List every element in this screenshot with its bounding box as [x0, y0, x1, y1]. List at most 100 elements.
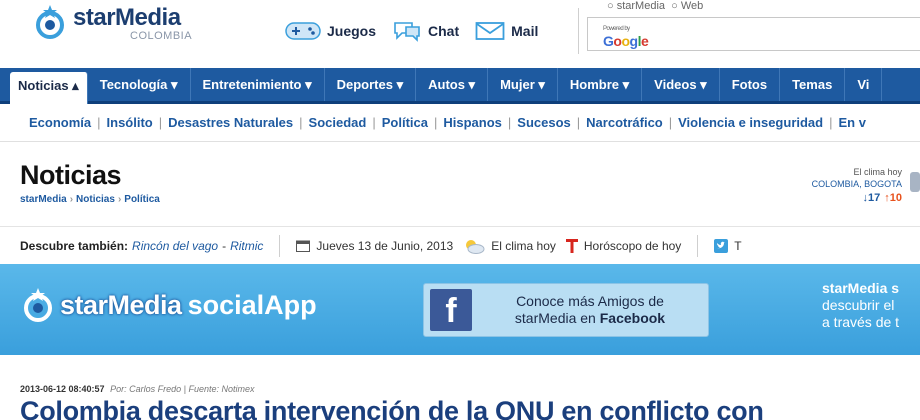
brand-name: starMedia [73, 4, 181, 31]
subnav-divider: | [507, 115, 512, 130]
discover-label: Descubre también: [20, 238, 129, 253]
nav-mujer[interactable]: Mujer ▾ [488, 68, 558, 101]
sun-cloud-icon [466, 239, 485, 254]
weather-high: ↑10 [884, 192, 902, 204]
nav-videos[interactable]: Videos ▾ [642, 68, 720, 101]
banner-side-line1: starMedia s [822, 280, 900, 296]
subnav-narcotrafico[interactable]: Narcotráfico [586, 115, 663, 130]
subnav-sociedad[interactable]: Sociedad [309, 115, 367, 130]
facebook-promo-line2: starMedia en [514, 310, 600, 326]
google-wordmark: G [603, 33, 614, 49]
mail-label: Mail [511, 23, 539, 39]
nav-noticias[interactable]: Noticias ▴ [10, 72, 88, 104]
nav-autos[interactable]: Autos ▾ [416, 68, 489, 101]
subnav-desastres[interactable]: Desastres Naturales [168, 115, 293, 130]
current-date: Jueves 13 de Junio, 2013 [316, 238, 454, 253]
top-links: Juegos Chat Mail [285, 20, 554, 42]
nav-temas[interactable]: Temas [780, 68, 846, 101]
subnav-divider: | [97, 115, 101, 130]
starmedia-logo-icon [24, 288, 52, 322]
nav-hombre[interactable]: Hombre ▾ [558, 68, 643, 101]
banner-side-line2: descubrir el [822, 297, 895, 313]
subnav-divider: | [829, 115, 833, 130]
subnav-economia[interactable]: Economía [29, 115, 91, 130]
banner-side-text: starMedia s descubrir el a través de t [822, 280, 899, 331]
search-scope-web[interactable]: Web [681, 0, 703, 12]
search-area: ○ starMedia ○ Web Powered by Google [578, 0, 920, 54]
juegos-label: Juegos [327, 23, 377, 39]
calendar-icon [296, 240, 311, 252]
page-title: Noticias [20, 160, 122, 190]
discover-separator: - [222, 238, 227, 253]
article-meta: 2013-06-12 08:40:57 Por: Carlos Fredo | … [20, 384, 255, 394]
subnav-divider: | [158, 115, 163, 130]
facebook-promo-line1: Conoce más Amigos de [516, 293, 664, 309]
subnav-en-vivo-truncated[interactable]: En v [839, 115, 866, 130]
date-display: Jueves 13 de Junio, 2013 [296, 239, 453, 253]
weather-today-link[interactable]: El clima hoy [463, 238, 556, 254]
twitter-icon [714, 238, 729, 253]
facebook-promo-button[interactable]: f Conoce más Amigos de starMedia en Face… [423, 283, 709, 337]
article-headline: Colombia descarta intervención de la ONU… [20, 396, 764, 420]
twitter-label: T [734, 238, 742, 253]
mail-link[interactable]: Mail [475, 21, 538, 41]
breadcrumb-politica[interactable]: Política [124, 194, 160, 205]
nav-fotos[interactable]: Fotos [720, 68, 781, 101]
divider [279, 234, 281, 257]
nav-tecnologia[interactable]: Tecnología ▾ [88, 68, 191, 101]
article-byline: Por: Carlos Fredo | Fuente: Notimex [110, 384, 255, 394]
subnav-hispanos[interactable]: Hispanos [443, 115, 502, 130]
weather-low: ↓17 [862, 192, 881, 204]
weather-condition-icon [910, 172, 920, 192]
nav-vi-truncated[interactable]: Vi [845, 68, 883, 101]
twitter-link[interactable]: T [714, 238, 742, 253]
gamepad-icon [285, 22, 321, 40]
socialapp-banner[interactable]: starMedia socialApp f Conoce más Amigos … [0, 264, 920, 355]
breadcrumb-starmedia[interactable]: starMedia [20, 194, 67, 205]
subnav-insolito[interactable]: Insólito [107, 115, 153, 130]
weather-location[interactable]: COLOMBIA, BOGOTA [812, 178, 902, 190]
chat-label: Chat [428, 23, 460, 39]
search-scope[interactable]: ○ starMedia ○ Web [607, 0, 703, 12]
discover-link-ritmic[interactable]: Ritmic [230, 239, 263, 253]
google-logo: Powered by Google [603, 26, 649, 49]
search-scope-starmedia[interactable]: starMedia [617, 0, 665, 12]
nav-entretenimiento[interactable]: Entretenimiento ▾ [191, 68, 325, 101]
subnav-politica[interactable]: Política [382, 115, 428, 130]
weather-label: El clima hoy [853, 167, 902, 177]
search-input[interactable]: Powered by Google [587, 17, 920, 51]
banner-brand-name: starMedia [60, 289, 182, 320]
subnav-sucesos[interactable]: Sucesos [517, 115, 570, 130]
subnav-divider: | [299, 115, 303, 130]
horoscope-link[interactable]: Horóscopo de hoy [565, 238, 682, 253]
horoscope-label: Horóscopo de hoy [583, 238, 682, 253]
breadcrumb: starMedia › Noticias › Política [20, 194, 160, 205]
nav-deportes[interactable]: Deportes ▾ [325, 68, 417, 101]
banner-app-name: socialApp [187, 289, 317, 320]
subnav-divider: | [372, 115, 376, 130]
subnav-violencia[interactable]: Violencia e inseguridad [678, 115, 823, 130]
weather-today-label: El clima hoy [491, 238, 556, 253]
juegos-link[interactable]: Juegos [285, 21, 376, 41]
breadcrumb-noticias[interactable]: Noticias [76, 194, 115, 205]
facebook-promo-text: Conoce más Amigos de starMedia en Facebo… [472, 293, 708, 327]
subnav-divider: | [433, 115, 438, 130]
envelope-icon [475, 22, 505, 40]
starmedia-logo[interactable]: starMedia COLOMBIA [33, 4, 192, 42]
powered-by-label: Powered by [603, 26, 630, 32]
site-header: starMedia COLOMBIA Juegos Chat Mail ○ st… [0, 0, 920, 68]
chat-bubble-icon [394, 22, 420, 42]
main-nav: Noticias ▴ Tecnología ▾ Entretenimiento … [0, 68, 920, 104]
socialapp-logo: starMedia socialApp [22, 286, 317, 324]
subnav-divider: | [668, 115, 673, 130]
discover-link-rincon[interactable]: Rincón del vago [132, 239, 218, 253]
chat-link[interactable]: Chat [392, 20, 459, 42]
divider [697, 234, 699, 257]
banner-side-line3: a través de t [822, 314, 900, 330]
sub-nav: Economía | Insólito | Desastres Naturales |… [0, 104, 920, 142]
brand-country: COLOMBIA [130, 30, 193, 42]
article-datetime: 2013-06-12 08:40:57 [20, 384, 105, 394]
weather-widget[interactable]: El clima hoy COLOMBIA, BOGOTA ↓17 ↑10 [812, 166, 902, 204]
discover-bar: Descubre también: Rincón del vago - Ritm… [0, 226, 920, 264]
starmedia-logo-icon [33, 4, 69, 39]
